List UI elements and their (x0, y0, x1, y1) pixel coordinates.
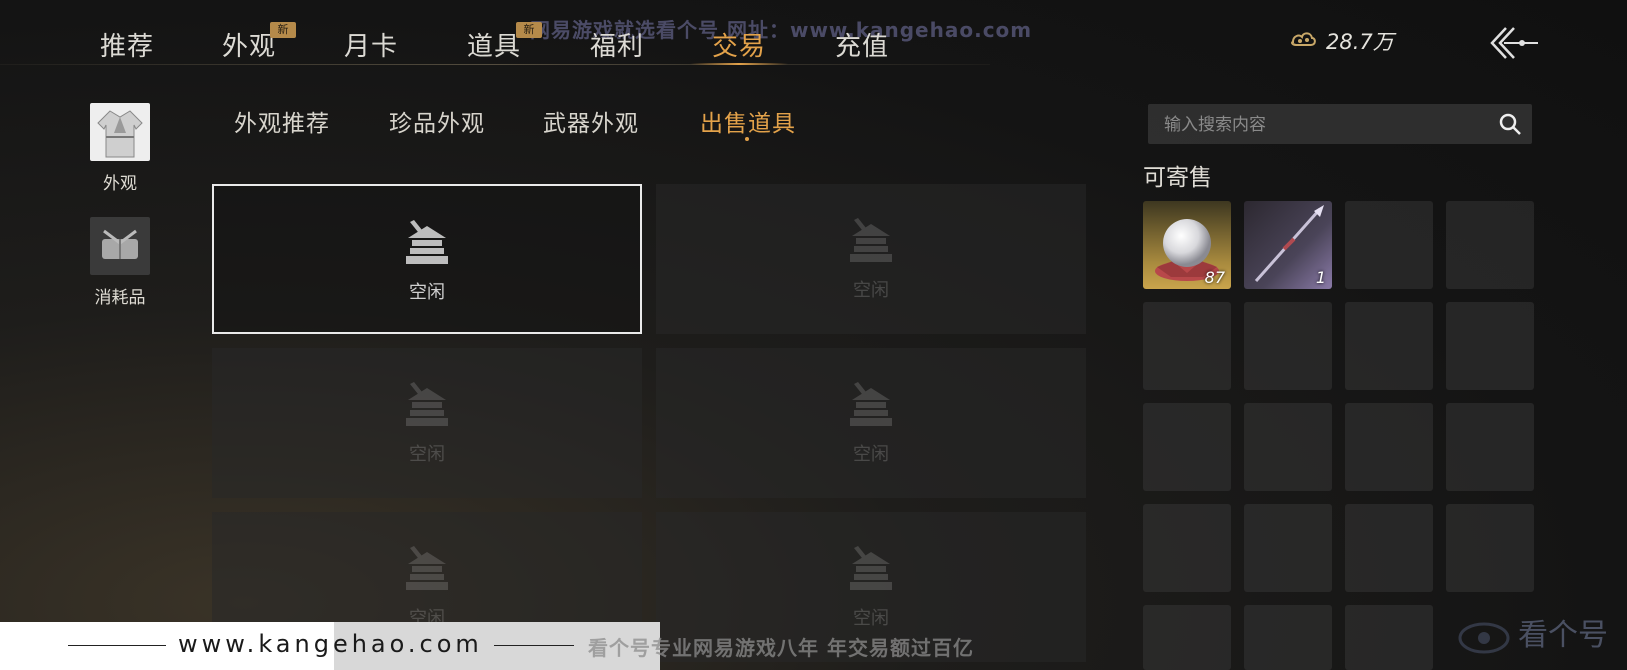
sale-slot[interactable]: 空闲 (656, 184, 1086, 334)
inventory-item[interactable]: 87 (1143, 201, 1231, 289)
category-consumables[interactable]: 消耗品 (90, 217, 150, 308)
inventory-slot-empty[interactable] (1446, 302, 1534, 390)
subtab-weapon-appearance[interactable]: 武器外观 (543, 104, 639, 138)
inventory-slot-empty[interactable] (1143, 605, 1231, 670)
pavilion-icon (406, 220, 448, 264)
active-tab-indicator (690, 63, 788, 65)
tab-benefits[interactable]: 福利 (590, 26, 644, 63)
search-box (1148, 104, 1532, 146)
inventory-slot-empty[interactable] (1244, 504, 1332, 592)
inventory-slot-empty[interactable] (1244, 605, 1332, 670)
inventory-slot-empty[interactable] (1244, 403, 1332, 491)
pavilion-icon (850, 546, 892, 590)
tab-recommend[interactable]: 推荐 (100, 26, 154, 63)
sale-slot[interactable]: 空闲 (212, 348, 642, 498)
new-badge: 新 (516, 22, 542, 38)
inventory-slot-empty[interactable] (1345, 605, 1433, 670)
inventory-slot-empty[interactable] (1345, 302, 1433, 390)
divider (494, 645, 574, 646)
inventory-slot-empty[interactable] (1345, 504, 1433, 592)
inventory-slot-empty[interactable] (1244, 302, 1332, 390)
search-input[interactable] (1162, 104, 1486, 146)
inventory-slot-empty[interactable] (1143, 302, 1231, 390)
watermark-slogan: 看个号专业网易游戏八年 年交易额过百亿 (588, 636, 974, 660)
slot-label: 空闲 (853, 608, 889, 629)
category-label: 消耗品 (94, 288, 146, 308)
tab-monthly-card[interactable]: 月卡 (344, 26, 398, 63)
watermark-logo-text: 看个号 (1518, 618, 1608, 653)
divider (68, 645, 166, 646)
slot-label: 空闲 (409, 282, 445, 303)
inventory-item[interactable]: 1 (1244, 201, 1332, 289)
tab-recharge[interactable]: 充值 (835, 26, 889, 63)
active-subtab-indicator (745, 137, 749, 141)
inventory-slot-empty[interactable] (1143, 403, 1231, 491)
coin-cloud-icon (1291, 32, 1316, 46)
back-arrow-icon[interactable] (1488, 24, 1540, 62)
currency-amount: 28.7万 (1326, 30, 1394, 54)
watermark-url: www.kangehao.com (178, 630, 483, 658)
slot-label: 空闲 (853, 280, 889, 301)
tab-trade[interactable]: 交易 (712, 26, 766, 63)
search-icon[interactable] (1498, 112, 1522, 136)
sale-slot[interactable]: 空闲 (656, 348, 1086, 498)
sellable-title: 可寄售 (1143, 165, 1212, 191)
pavilion-icon (850, 218, 892, 262)
package-icon (90, 217, 150, 275)
subtab-rare-appearance[interactable]: 珍品外观 (389, 104, 485, 138)
inventory-slot-empty[interactable] (1345, 201, 1433, 289)
subtab-sell-items[interactable]: 出售道具 (700, 104, 796, 138)
tab-items[interactable]: 道具 (467, 26, 521, 63)
inventory-slot-empty[interactable] (1345, 403, 1433, 491)
slot-label: 空闲 (853, 444, 889, 465)
inventory-slot-empty[interactable] (1143, 504, 1231, 592)
inventory-slot-empty[interactable] (1446, 504, 1534, 592)
nav-divider (0, 64, 990, 65)
item-count: 87 (1204, 268, 1225, 287)
item-count: 1 (1315, 268, 1326, 287)
pavilion-icon (406, 546, 448, 590)
subtab-appearance-recommend[interactable]: 外观推荐 (234, 104, 330, 138)
slot-label: 空闲 (409, 444, 445, 465)
inventory-slot-empty[interactable] (1446, 403, 1534, 491)
robe-icon (90, 103, 150, 161)
new-badge: 新 (270, 22, 296, 38)
inventory-slot-empty[interactable] (1446, 201, 1534, 289)
category-label: 外观 (103, 174, 137, 194)
pavilion-icon (406, 382, 448, 426)
tab-appearance[interactable]: 外观 (222, 26, 276, 63)
top-nav: 推荐 外观 新 月卡 道具 新 福利 交易 充值 28.7万 (0, 0, 1627, 66)
sale-slot[interactable]: 空闲 (212, 184, 642, 334)
pavilion-icon (850, 382, 892, 426)
category-appearance[interactable]: 外观 (90, 103, 150, 194)
